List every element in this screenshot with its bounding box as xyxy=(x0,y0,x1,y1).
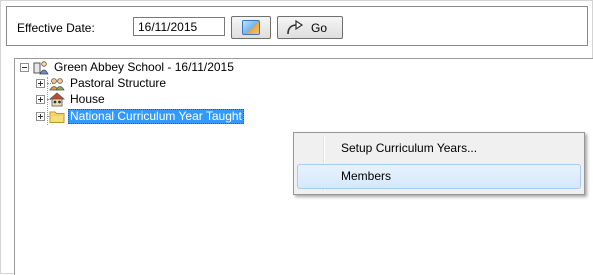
school-icon xyxy=(33,61,49,75)
menu-item-setup-curriculum-years[interactable]: Setup Curriculum Years... xyxy=(297,136,581,161)
toolbar: Effective Date: Go xyxy=(6,6,588,46)
effective-date-label: Effective Date: xyxy=(17,21,95,35)
tree-node-label: House xyxy=(70,92,105,106)
pastoral-structure-icon xyxy=(49,78,65,91)
tree-node-pastoral-structure[interactable]: Pastoral Structure xyxy=(36,75,168,92)
menu-item-members[interactable]: Members xyxy=(297,164,581,189)
collapse-icon[interactable] xyxy=(20,63,29,72)
expand-icon[interactable] xyxy=(36,79,45,88)
tree-node-label: National Curriculum Year Taught xyxy=(68,109,244,124)
effective-date-input[interactable] xyxy=(133,17,225,36)
context-menu: Setup Curriculum Years... Members xyxy=(293,132,585,195)
tree-node-root[interactable]: Green Abbey School - 16/11/2015 xyxy=(20,59,236,76)
go-button[interactable]: Go xyxy=(277,16,343,39)
expand-icon[interactable] xyxy=(36,95,45,104)
calendar-icon xyxy=(242,20,260,35)
tree-node-label: Pastoral Structure xyxy=(70,76,167,90)
folder-icon xyxy=(49,111,65,123)
expand-icon[interactable] xyxy=(36,112,45,121)
house-icon xyxy=(49,92,65,107)
calendar-button[interactable] xyxy=(231,16,271,39)
go-arrow-icon xyxy=(287,20,304,35)
window-frame: Effective Date: Go Green Abbey Sc xyxy=(0,0,593,275)
tree-node-label: Green Abbey School - 16/11/2015 xyxy=(54,60,234,74)
tree-node-national-curriculum-year-taught[interactable]: National Curriculum Year Taught xyxy=(36,108,244,125)
go-label: Go xyxy=(311,21,328,35)
tree-node-house[interactable]: House xyxy=(36,91,107,108)
